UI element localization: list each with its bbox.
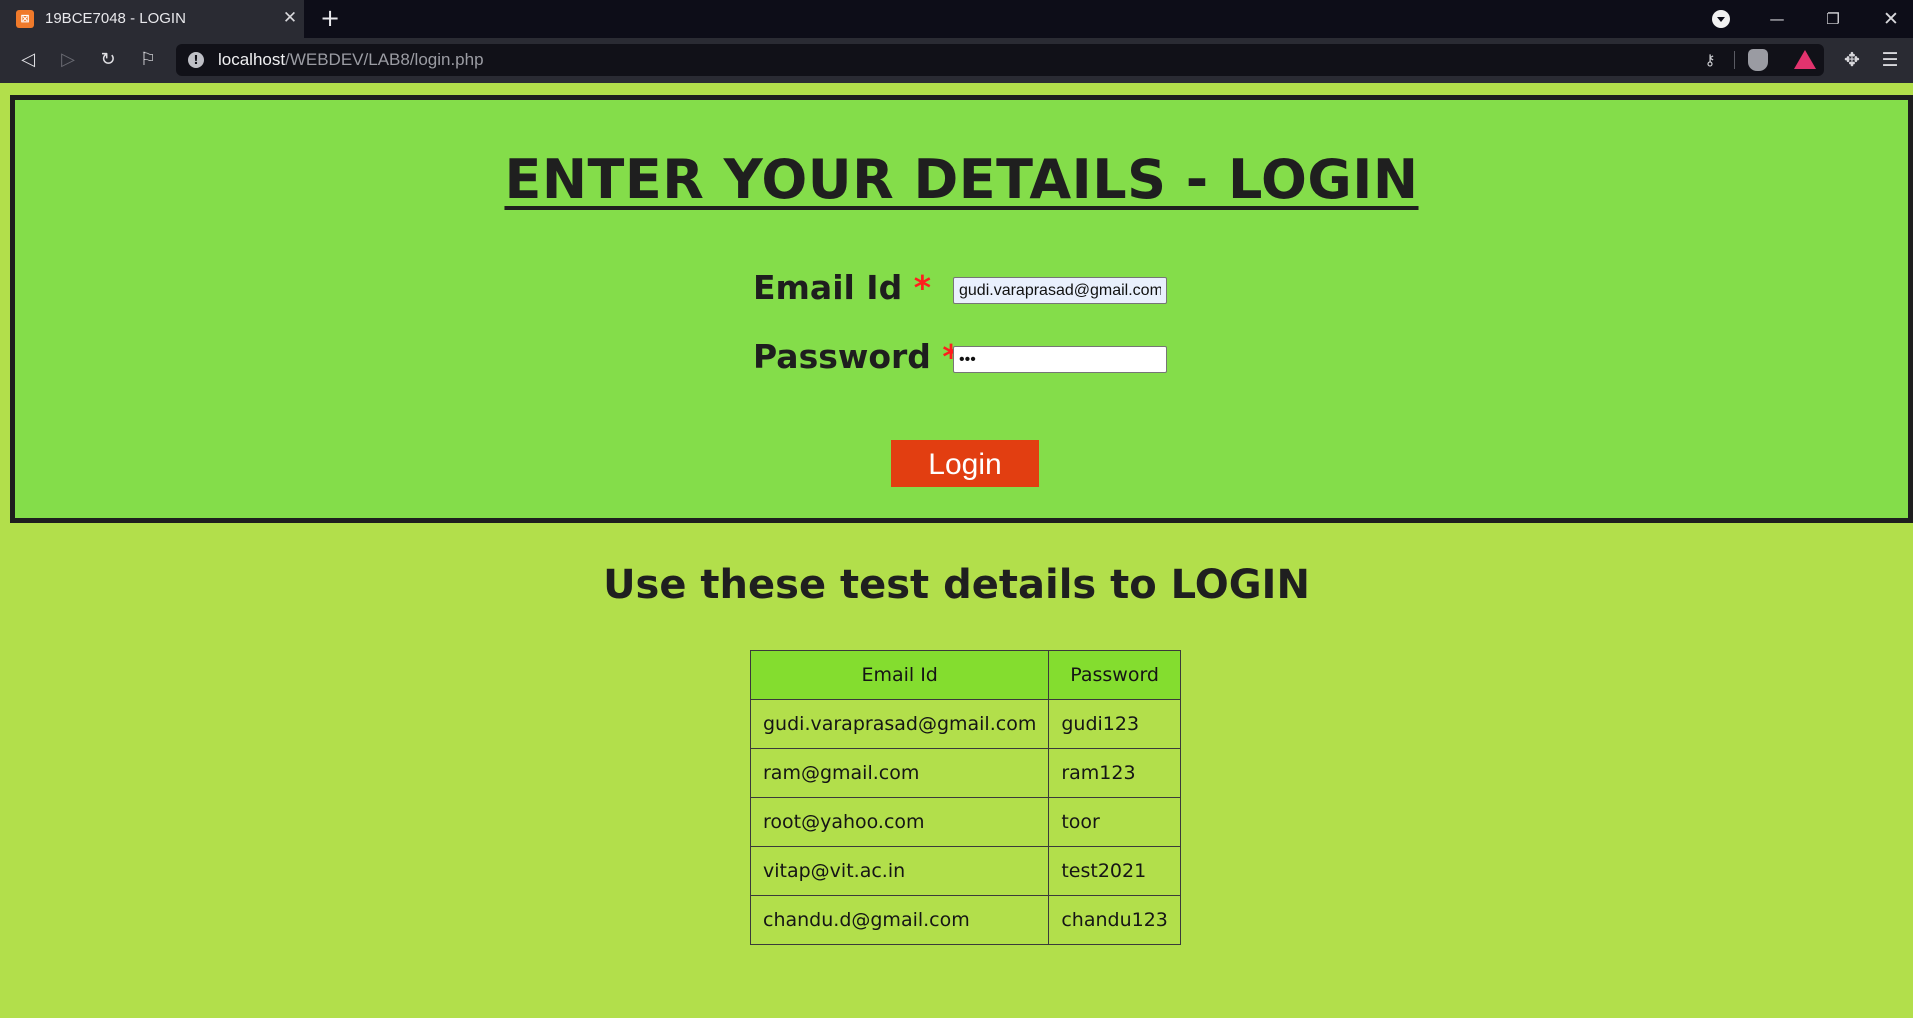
password-cell: toor [1048, 797, 1181, 847]
reload-icon[interactable]: ↻ [94, 46, 122, 74]
new-tab-icon[interactable]: + [318, 6, 342, 30]
back-icon[interactable]: ◁ [14, 46, 42, 74]
url-host: localhost [218, 50, 286, 69]
password-cell: chandu123 [1048, 895, 1181, 945]
close-window-icon[interactable]: ✕ [1876, 4, 1906, 34]
address-bar[interactable]: ! localhost/WEBDEV/LAB8/login.php ⚷ [176, 44, 1824, 76]
email-cell: vitap@vit.ac.in [749, 846, 1050, 896]
tab-title: 19BCE7048 - LOGIN [45, 10, 186, 27]
table-row: root@yahoo.com toor [749, 797, 1181, 847]
site-info-icon[interactable]: ! [188, 52, 204, 68]
url-path: /WEBDEV/LAB8/login.php [285, 50, 484, 69]
email-field[interactable] [953, 277, 1167, 304]
column-header-password: Password [1048, 650, 1181, 700]
browser-tabstrip: ⊠ 19BCE7048 - LOGIN ✕ + — ❐ ✕ [0, 0, 1913, 38]
key-icon[interactable]: ⚷ [1700, 50, 1720, 70]
table-row: ram@gmail.com ram123 [749, 748, 1181, 798]
email-label: Email Id * [753, 268, 931, 307]
hamburger-menu-icon[interactable]: ☰ [1876, 46, 1904, 74]
test-details-table: Email Id Password gudi.varaprasad@gmail.… [749, 650, 1181, 945]
url-separator [1734, 51, 1735, 69]
login-button[interactable]: Login [891, 440, 1039, 487]
brave-shields-icon[interactable] [1748, 49, 1768, 71]
extensions-icon[interactable]: ✥ [1838, 46, 1866, 74]
password-cell: gudi123 [1048, 699, 1181, 749]
browser-toolbar: ◁ ▷ ↻ ⚐ ! localhost/WEBDEV/LAB8/login.ph… [0, 38, 1913, 83]
password-cell: test2021 [1048, 846, 1181, 896]
email-cell: root@yahoo.com [749, 797, 1050, 847]
password-cell: ram123 [1048, 748, 1181, 798]
column-header-email: Email Id [749, 650, 1050, 700]
forward-icon[interactable]: ▷ [54, 46, 82, 74]
bookmark-icon[interactable]: ⚐ [134, 46, 162, 74]
table-header-row: Email Id Password [749, 650, 1181, 700]
minimize-icon[interactable]: — [1762, 4, 1792, 34]
browser-tab[interactable]: ⊠ 19BCE7048 - LOGIN ✕ [0, 0, 304, 38]
password-label-text: Password [753, 337, 931, 376]
email-cell: ram@gmail.com [749, 748, 1050, 798]
password-label: Password * [753, 337, 960, 376]
page-title: ENTER YOUR DETAILS - LOGIN [504, 148, 1419, 211]
email-label-text: Email Id [753, 268, 903, 307]
test-details-heading: Use these test details to LOGIN [603, 562, 1310, 608]
xampp-icon: ⊠ [16, 10, 34, 28]
password-field[interactable] [953, 346, 1167, 373]
table-row: gudi.varaprasad@gmail.com gudi123 [749, 699, 1181, 749]
close-tab-icon[interactable]: ✕ [280, 8, 300, 28]
restore-icon[interactable]: ❐ [1818, 4, 1848, 34]
table-row: vitap@vit.ac.in test2021 [749, 846, 1181, 896]
email-cell: gudi.varaprasad@gmail.com [749, 699, 1050, 749]
brave-rewards-icon[interactable] [1794, 50, 1816, 69]
url-text[interactable]: localhost/WEBDEV/LAB8/login.php [218, 50, 484, 70]
required-mark: * [913, 268, 931, 307]
profile-menu-icon[interactable] [1712, 10, 1730, 28]
table-row: chandu.d@gmail.com chandu123 [749, 895, 1181, 945]
login-panel: ENTER YOUR DETAILS - LOGIN Email Id * Pa… [10, 95, 1913, 523]
email-cell: chandu.d@gmail.com [749, 895, 1050, 945]
